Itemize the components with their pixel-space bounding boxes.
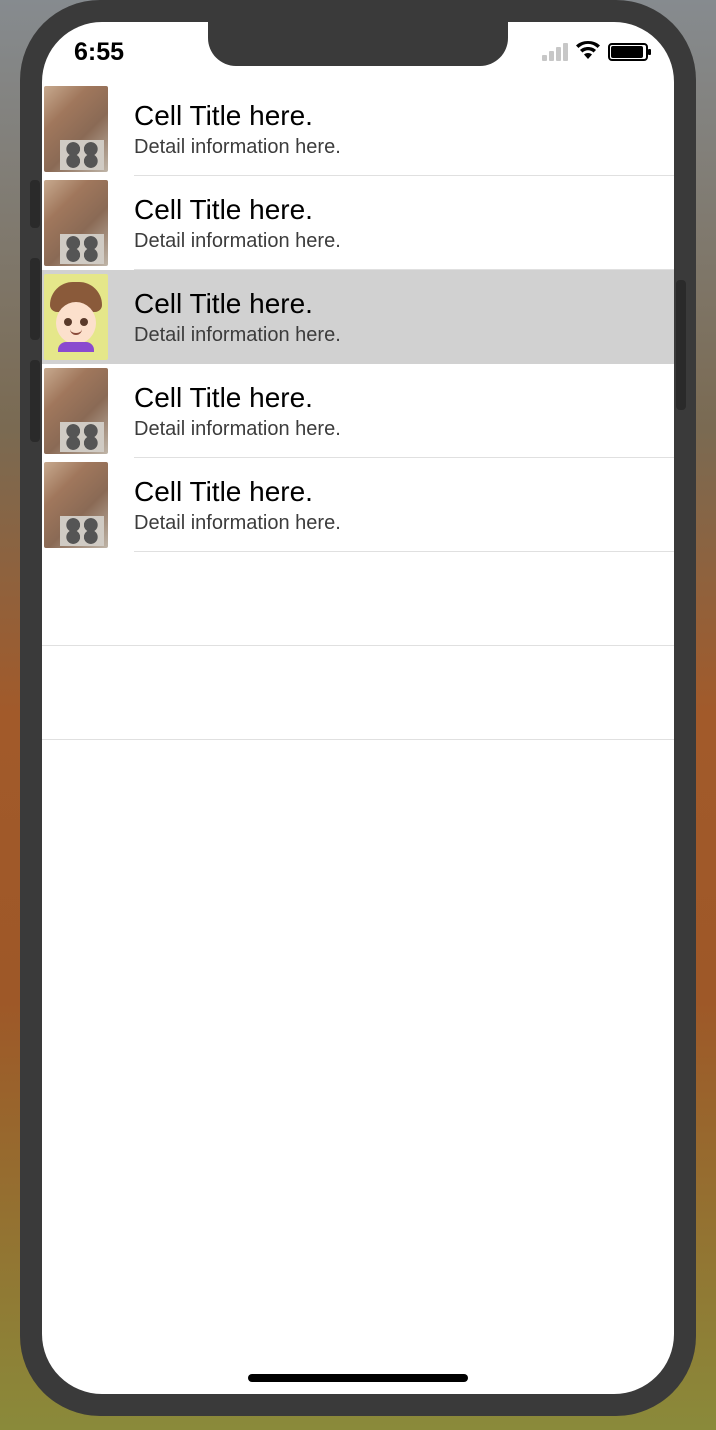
volume-up-button: [30, 258, 40, 340]
photo-avatar-icon: [44, 462, 108, 548]
side-button: [676, 280, 686, 410]
table-row[interactable]: Cell Title here. Detail information here.: [42, 364, 674, 458]
cell-detail: Detail information here.: [134, 230, 341, 253]
photo-avatar-icon: [44, 180, 108, 266]
table-row[interactable]: Cell Title here. Detail information here.: [42, 176, 674, 270]
home-indicator: [248, 1374, 468, 1382]
photo-avatar-icon: [44, 368, 108, 454]
cell-title: Cell Title here.: [134, 287, 341, 321]
notch: [208, 22, 508, 66]
status-time: 6:55: [74, 38, 124, 67]
cartoon-avatar-icon: [44, 274, 108, 360]
device-frame: 6:55 Cell Title here. Detail information …: [20, 0, 696, 1416]
photo-avatar-icon: [44, 86, 108, 172]
cell-title: Cell Title here.: [134, 475, 341, 509]
wifi-icon: [576, 39, 600, 65]
cell-title: Cell Title here.: [134, 381, 341, 415]
table-row[interactable]: Cell Title here. Detail information here.: [42, 270, 674, 364]
cell-detail: Detail information here.: [134, 512, 341, 535]
device-screen: 6:55 Cell Title here. Detail information …: [42, 22, 674, 1394]
cell-detail: Detail information here.: [134, 324, 341, 347]
cell-title: Cell Title here.: [134, 99, 341, 133]
table-row[interactable]: Cell Title here. Detail information here.: [42, 458, 674, 552]
silent-switch: [30, 180, 40, 228]
battery-icon: [608, 43, 648, 61]
empty-row: [42, 552, 674, 646]
volume-down-button: [30, 360, 40, 442]
empty-row: [42, 646, 674, 740]
cell-detail: Detail information here.: [134, 136, 341, 159]
table-view[interactable]: Cell Title here. Detail information here.…: [42, 82, 674, 740]
cellular-signal-icon: [542, 43, 568, 61]
table-row[interactable]: Cell Title here. Detail information here.: [42, 82, 674, 176]
cell-detail: Detail information here.: [134, 418, 341, 441]
cell-title: Cell Title here.: [134, 193, 341, 227]
